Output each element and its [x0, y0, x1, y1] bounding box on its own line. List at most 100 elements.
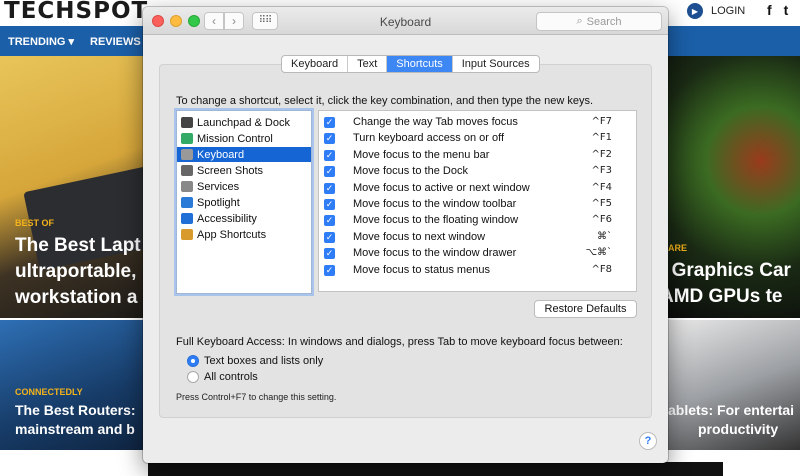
search-placeholder: Search — [586, 15, 622, 28]
shortcut-key[interactable]: ^F6 — [592, 214, 613, 225]
tile-right-title-line: productivity — [698, 421, 779, 437]
nav-reviews[interactable]: REVIEWS ▾ — [90, 35, 149, 48]
shortcut-key[interactable]: ^F7 — [592, 116, 613, 127]
full-keyboard-access-text: Full Keyboard Access: In windows and dia… — [176, 336, 623, 348]
hint-text: Press Control+F7 to change this setting. — [176, 392, 337, 402]
hero-right-title-line: AMD GPUs te — [660, 286, 783, 307]
hero-left-title-line: The Best Lapt — [15, 235, 141, 256]
shortcut-checkbox[interactable]: ✓ — [324, 117, 335, 128]
shortcut-key[interactable]: ^F2 — [592, 149, 613, 160]
hero-left-title-line: workstation a — [15, 287, 138, 308]
radio-text-boxes[interactable]: Text boxes and lists only — [187, 355, 323, 367]
restore-defaults-button[interactable]: Restore Defaults — [534, 300, 637, 318]
shortcut-row[interactable]: ✓ Move focus to the window toolbar ^F5 — [319, 197, 636, 213]
shortcut-checkbox[interactable]: ✓ — [324, 264, 335, 276]
shortcut-label: Change the way Tab moves focus — [353, 116, 518, 128]
nav-trending[interactable]: TRENDING ▾ — [8, 35, 74, 48]
app-shortcuts-icon — [181, 229, 193, 240]
hero-right-kicker: ARE — [668, 243, 688, 253]
tile-right-title[interactable]: ablets: For entertai productivity — [668, 401, 794, 439]
shortcut-row[interactable]: ✓ Move focus to the Dock ^F3 — [319, 164, 636, 180]
tab-text[interactable]: Text — [348, 56, 388, 72]
category-label: Launchpad & Dock — [197, 116, 290, 129]
shortcut-checkbox[interactable]: ✓ — [324, 166, 335, 178]
category-label: Keyboard — [197, 148, 245, 161]
search-field[interactable]: ⌕ Search — [536, 12, 662, 31]
shortcut-checkbox[interactable]: ✓ — [324, 231, 335, 243]
shortcut-key[interactable]: ^F3 — [592, 165, 613, 176]
shortcut-label: Move focus to the floating window — [353, 214, 519, 227]
radio-label: All controls — [204, 371, 258, 383]
shortcut-key[interactable]: ^F8 — [592, 264, 613, 275]
shortcut-checkbox[interactable]: ✓ — [324, 182, 335, 194]
shortcut-key[interactable]: ^F4 — [592, 182, 613, 193]
mission-control-icon — [181, 133, 193, 144]
tile-right-title-line: ablets: For entertai — [668, 402, 795, 418]
category-item[interactable]: Mission Control — [177, 131, 311, 146]
search-icon: ⌕ — [576, 15, 583, 27]
category-label: Mission Control — [197, 132, 273, 145]
tab-bar: Keyboard Text Shortcuts Input Sources — [281, 55, 540, 73]
shortcut-checkbox[interactable]: ✓ — [324, 133, 335, 145]
shortcut-row[interactable]: ✓ Move focus to the menu bar ^F2 — [319, 148, 636, 164]
tab-shortcuts[interactable]: Shortcuts — [387, 56, 453, 72]
tab-input-sources[interactable]: Input Sources — [453, 56, 539, 72]
shortcut-key[interactable]: ⌥⌘` — [585, 247, 612, 258]
radio-button[interactable] — [187, 371, 199, 383]
site-logo[interactable]: TECHSPOT — [4, 0, 148, 24]
shortcut-key[interactable]: ⌘` — [597, 231, 612, 242]
spotlight-icon — [181, 197, 193, 208]
tile-left-kicker: CONNECTEDLY — [15, 387, 83, 397]
category-item[interactable]: Spotlight — [177, 195, 311, 210]
shortcut-key[interactable]: ^F5 — [592, 198, 613, 209]
tab-keyboard[interactable]: Keyboard — [282, 56, 349, 72]
help-button[interactable]: ? — [639, 432, 657, 450]
category-item[interactable]: Launchpad & Dock — [177, 115, 311, 130]
shortcut-row[interactable]: ✓ Move focus to the floating window ^F6 — [319, 213, 636, 229]
shortcut-checkbox[interactable]: ✓ — [324, 149, 335, 161]
shortcut-label: Move focus to the window toolbar — [353, 198, 517, 210]
shortcut-checkbox[interactable]: ✓ — [324, 215, 335, 227]
hero-left-title-line: ultraportable, — [15, 261, 137, 282]
keyboard-icon — [181, 149, 193, 160]
shortcut-row[interactable]: ✓ Move focus to next window ⌘` — [319, 230, 636, 246]
category-item[interactable]: Keyboard — [177, 147, 311, 162]
shortcut-row[interactable]: ✓ Move focus to active or next window ^F4 — [319, 181, 636, 197]
hero-right-title[interactable]: t Graphics Car AMD GPUs te — [660, 258, 791, 310]
tile-left-title-line: mainstream and b — [15, 421, 135, 437]
category-item[interactable]: Accessibility — [177, 211, 311, 226]
category-item[interactable]: Services — [177, 179, 311, 194]
category-item[interactable]: App Shortcuts — [177, 227, 311, 242]
category-item[interactable]: Screen Shots — [177, 163, 311, 178]
shortcut-row[interactable]: ✓ Move focus to the window drawer ⌥⌘` — [319, 246, 636, 262]
category-list[interactable]: Launchpad & Dock Mission Control Keyboard S… — [174, 108, 314, 296]
social-links: f t — [767, 2, 788, 18]
login-link[interactable]: ▶ LOGIN — [687, 3, 745, 19]
shortcut-row[interactable]: ✓ Change the way Tab moves focus ^F7 — [319, 115, 636, 131]
category-label: Screen Shots — [197, 164, 264, 177]
hero-right-title-line: t Graphics Car — [660, 260, 791, 281]
shortcut-key[interactable]: ^F1 — [592, 132, 613, 143]
facebook-icon[interactable]: f — [767, 2, 772, 18]
bottom-strip — [148, 462, 723, 476]
shortcut-checkbox[interactable]: ✓ — [324, 248, 335, 260]
shortcut-label: Move focus to next window — [353, 230, 486, 243]
shortcut-checkbox[interactable]: ✓ — [324, 199, 335, 210]
twitter-icon[interactable]: t — [784, 2, 789, 18]
shortcut-list[interactable]: ✓ Change the way Tab moves focus ^F7 ✓ Turn … — [318, 110, 637, 292]
launchpad-icon — [181, 117, 193, 128]
category-label: Accessibility — [197, 212, 257, 225]
titlebar[interactable]: ‹ › ⠿⠿ Keyboard ⌕ Search — [143, 7, 668, 35]
radio-button[interactable] — [187, 355, 199, 367]
shortcut-row[interactable]: ✓ Move focus to status menus ^F8 — [319, 263, 636, 279]
radio-label: Text boxes and lists only — [204, 355, 324, 367]
hero-left-title[interactable]: The Best Lapt ultraportable, workstation… — [15, 233, 141, 311]
shortcut-label: Move focus to status menus — [353, 263, 490, 276]
shortcut-row[interactable]: ✓ Turn keyboard access on or off ^F1 — [319, 131, 636, 147]
shortcut-label: Move focus to the menu bar — [353, 148, 490, 161]
gear-icon — [181, 181, 193, 192]
hero-left-kicker: BEST OF — [15, 218, 55, 228]
tile-left-title[interactable]: The Best Routers: mainstream and b — [15, 401, 136, 439]
radio-all-controls[interactable]: All controls — [187, 371, 258, 383]
screenshot-icon — [181, 165, 193, 176]
